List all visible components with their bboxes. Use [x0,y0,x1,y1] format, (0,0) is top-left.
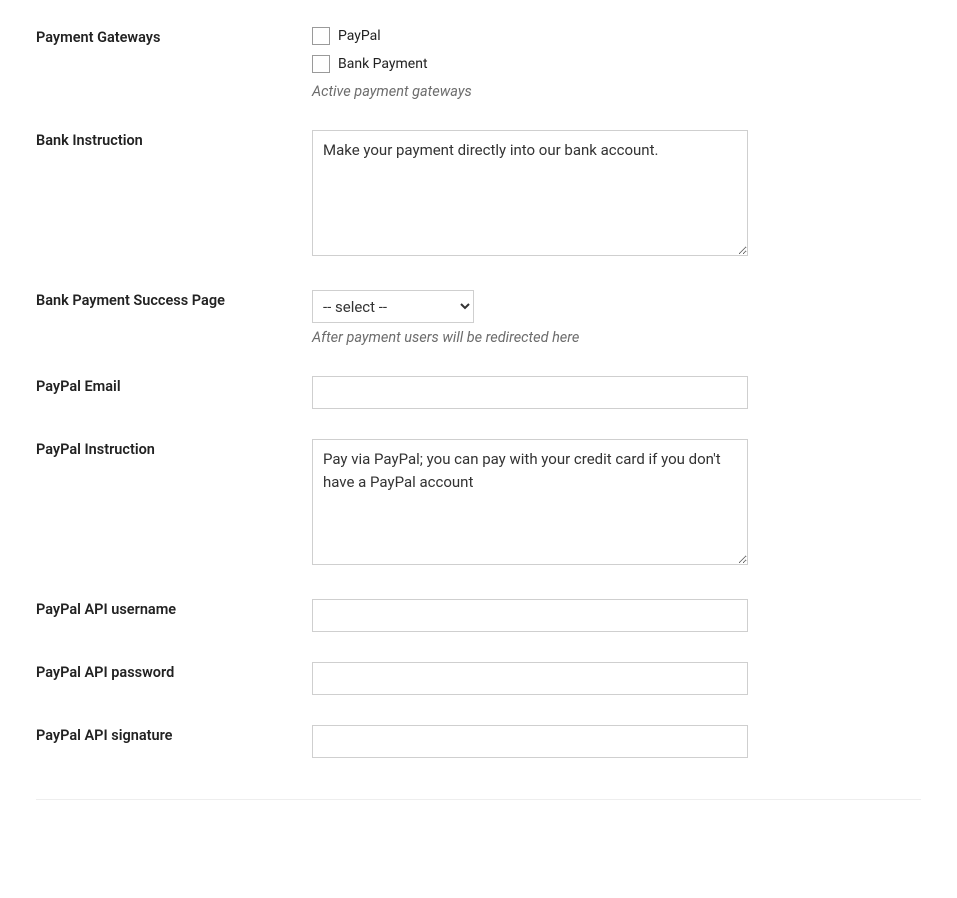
field-paypal-api-password [312,662,921,695]
checkbox-bank[interactable] [312,55,330,73]
label-paypal-api-username: PayPal API username [36,599,312,618]
row-payment-gateways: Payment Gateways PayPal Bank Payment Act… [36,12,921,115]
field-bank-success-page: -- select -- After payment users will be… [312,290,921,346]
hint-bank-success-page: After payment users will be redirected h… [312,329,921,346]
section-divider [36,799,921,800]
checkbox-label-paypal: PayPal [338,28,381,44]
row-paypal-instruction: PayPal Instruction [36,424,921,584]
row-paypal-email: PayPal Email [36,361,921,424]
row-bank-instruction: Bank Instruction [36,115,921,275]
field-bank-instruction [312,130,921,260]
row-paypal-api-username: PayPal API username [36,584,921,647]
paypal-email-input[interactable] [312,376,748,409]
settings-form: Payment Gateways PayPal Bank Payment Act… [36,12,921,773]
checkbox-line-paypal: PayPal [312,27,921,45]
field-paypal-instruction [312,439,921,569]
label-paypal-api-signature: PayPal API signature [36,725,312,744]
field-paypal-api-username [312,599,921,632]
label-paypal-api-password: PayPal API password [36,662,312,681]
field-payment-gateways: PayPal Bank Payment Active payment gatew… [312,27,921,100]
label-bank-instruction: Bank Instruction [36,130,312,149]
bank-success-page-select[interactable]: -- select -- [312,290,474,323]
row-paypal-api-password: PayPal API password [36,647,921,710]
paypal-instruction-textarea[interactable] [312,439,748,565]
label-paypal-instruction: PayPal Instruction [36,439,312,458]
checkbox-line-bank: Bank Payment [312,55,921,73]
bank-instruction-textarea[interactable] [312,130,748,256]
label-payment-gateways: Payment Gateways [36,27,312,46]
checkbox-label-bank: Bank Payment [338,56,428,72]
paypal-api-password-input[interactable] [312,662,748,695]
label-paypal-email: PayPal Email [36,376,312,395]
hint-payment-gateways: Active payment gateways [312,83,921,100]
field-paypal-api-signature [312,725,921,758]
paypal-api-signature-input[interactable] [312,725,748,758]
row-bank-success-page: Bank Payment Success Page -- select -- A… [36,275,921,361]
field-paypal-email [312,376,921,409]
row-paypal-api-signature: PayPal API signature [36,710,921,773]
checkbox-paypal[interactable] [312,27,330,45]
label-bank-success-page: Bank Payment Success Page [36,290,312,309]
paypal-api-username-input[interactable] [312,599,748,632]
